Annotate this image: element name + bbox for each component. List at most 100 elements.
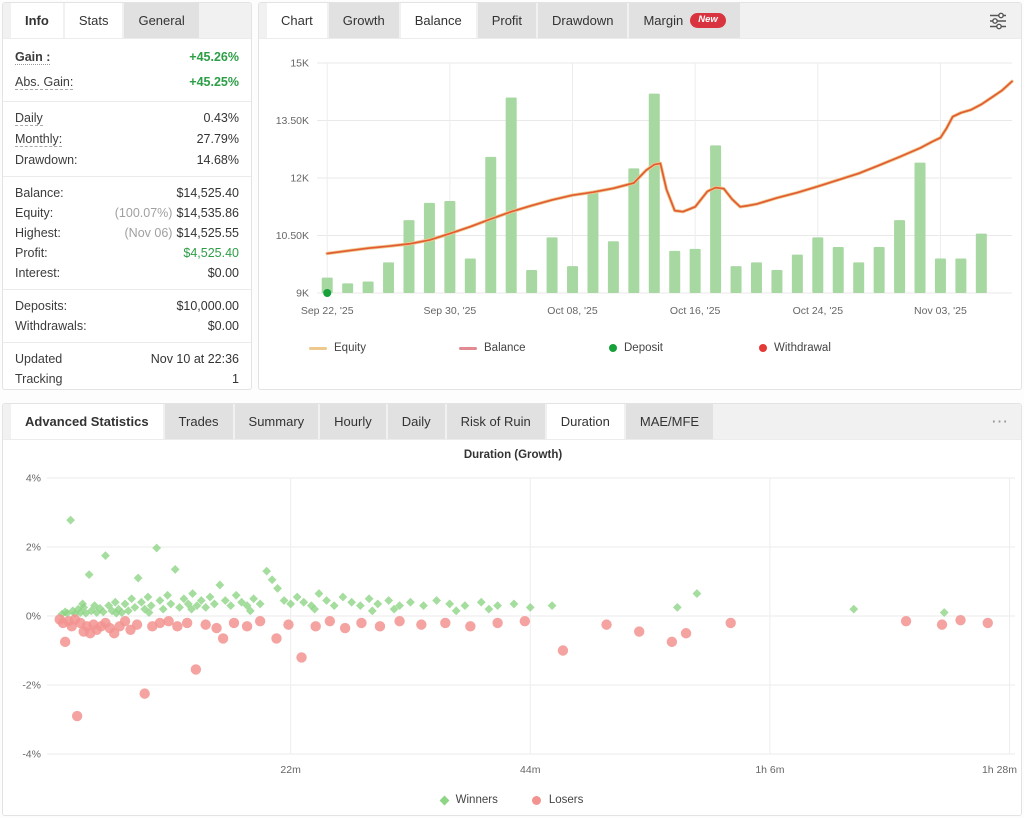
duration-chart-area: Duration (Growth) 4%2%0%-2%-4%22m44m1h 6… [3,440,1021,816]
scatter-point-loser [120,616,130,626]
legend-item-winners[interactable]: Winners [441,794,498,806]
scatter-point-loser [132,619,142,629]
scatter-point-winner [232,591,241,600]
tab-stats[interactable]: Stats [65,3,123,38]
equity-percent: (100.07%) [115,206,173,220]
meta-section: Updated Nov 10 at 22:36 Tracking 1 [3,343,251,390]
equity-legend-label: Equity [334,342,366,354]
x-tick-label: 1h 28m [982,764,1017,776]
equity-label: Equity: [15,206,53,220]
tab-risk-of-ruin[interactable]: Risk of Ruin [447,404,545,439]
deposits-value: $10,000.00 [176,299,239,313]
volume-bar [403,220,414,293]
scatter-point-winner [144,593,153,602]
scatter-point-winner [356,601,365,610]
scatter-point-winner [368,606,377,615]
tab-advanced-statistics[interactable]: Advanced Statistics [11,404,163,439]
scatter-point-winner [299,598,308,607]
scatter-point-winner [673,603,682,612]
volume-bar [526,270,537,293]
legend-item-withdrawal[interactable]: Withdrawal [759,342,909,354]
scatter-point-loser [60,637,70,647]
scatter-point-loser [356,618,366,628]
x-tick-label: Sep 22, '25 [301,305,354,317]
x-tick-label: Sep 30, '25 [423,305,476,317]
tab-general[interactable]: General [124,3,198,38]
scatter-point-loser [172,621,182,631]
deposits-label: Deposits: [15,299,67,313]
balance-chart: 9K10.50K12K13.50K15KSep 22, '25Sep 30, '… [259,39,1022,329]
volume-bar [587,191,598,293]
tab-growth[interactable]: Growth [329,3,399,38]
stat-row-updated: Updated Nov 10 at 22:36 [15,349,239,369]
tab-hourly[interactable]: Hourly [320,404,386,439]
chart-panel: Chart Growth Balance Profit Drawdown Mar… [258,2,1022,390]
scatter-point-winner [445,600,454,609]
volume-bar [976,234,987,293]
volume-bar [853,262,864,293]
scatter-point-loser [667,637,677,647]
y-tick-label: 10.50K [276,230,309,242]
scatter-point-loser [182,618,192,628]
tab-summary[interactable]: Summary [235,404,319,439]
tab-chart[interactable]: Chart [267,3,327,38]
drawdown-value: 14.68% [197,153,239,167]
y-tick-label: -2% [22,680,41,692]
volume-bar [424,203,435,293]
volume-bar [669,251,680,293]
x-tick-label: 44m [520,764,541,776]
scatter-point-winner [526,603,535,612]
ellipsis-icon[interactable]: ⋯ [991,413,1009,430]
volume-bar [465,259,476,294]
volume-bar [792,255,803,293]
deposit-legend-label: Deposit [624,342,663,354]
scatter-point-winner [152,544,161,553]
tab-duration[interactable]: Duration [547,404,624,439]
scatter-point-loser [726,618,736,628]
volume-bar [833,247,844,293]
legend-item-deposit[interactable]: Deposit [609,342,759,354]
tab-profit[interactable]: Profit [478,3,536,38]
scatter-point-winner [347,598,356,607]
sliders-icon[interactable] [987,11,1009,31]
volume-bar [710,145,721,293]
tab-margin-label: Margin [643,13,683,28]
stat-row-abs-gain: Abs. Gain: +45.25% [15,70,239,95]
y-tick-label: 0% [26,611,41,623]
x-tick-label: Oct 24, '25 [793,305,844,317]
tab-margin[interactable]: Margin New [629,3,739,38]
drawdown-label: Drawdown: [15,153,78,167]
legend-item-losers[interactable]: Losers [532,794,584,806]
tab-trades[interactable]: Trades [165,404,233,439]
tracking-value: 1 [232,372,239,386]
volume-bar [731,266,742,293]
withdrawal-dot-swatch [759,344,767,352]
stats-tabstrip: Advanced Statistics Trades Summary Hourl… [3,404,1021,440]
equity-line-swatch [309,347,327,350]
equity-value: (100.07%)$14,535.86 [115,206,239,220]
legend-item-balance[interactable]: Balance [459,342,609,354]
scatter-point-winner [452,606,461,615]
stat-row-interest: Interest: $0.00 [15,263,239,283]
scatter-point-winner [226,601,235,610]
scatter-point-loser [340,623,350,633]
x-tick-label: Nov 03, '25 [914,305,967,317]
scatter-point-winner [493,601,502,610]
tab-info[interactable]: Info [11,3,63,38]
volume-bar [567,266,578,293]
account-stats: Gain : +45.26% Abs. Gain: +45.25% Daily … [3,39,251,390]
scatter-point-winner [156,596,165,605]
tab-balance[interactable]: Balance [401,3,476,38]
dashboard-page: Info Stats General Gain : +45.26% Abs. G… [0,0,1024,818]
scatter-point-winner [256,600,265,609]
scatter-point-loser [211,623,221,633]
legend-item-equity[interactable]: Equity [309,342,459,354]
x-tick-label: Oct 08, '25 [547,305,598,317]
scatter-point-loser [901,616,911,626]
tab-daily[interactable]: Daily [388,404,445,439]
tab-mae-mfe[interactable]: MAE/MFE [626,404,713,439]
tab-drawdown[interactable]: Drawdown [538,3,627,38]
scatter-legend: Winners Losers [3,794,1021,806]
profit-label: Profit: [15,246,48,260]
scatter-point-loser [283,619,293,629]
